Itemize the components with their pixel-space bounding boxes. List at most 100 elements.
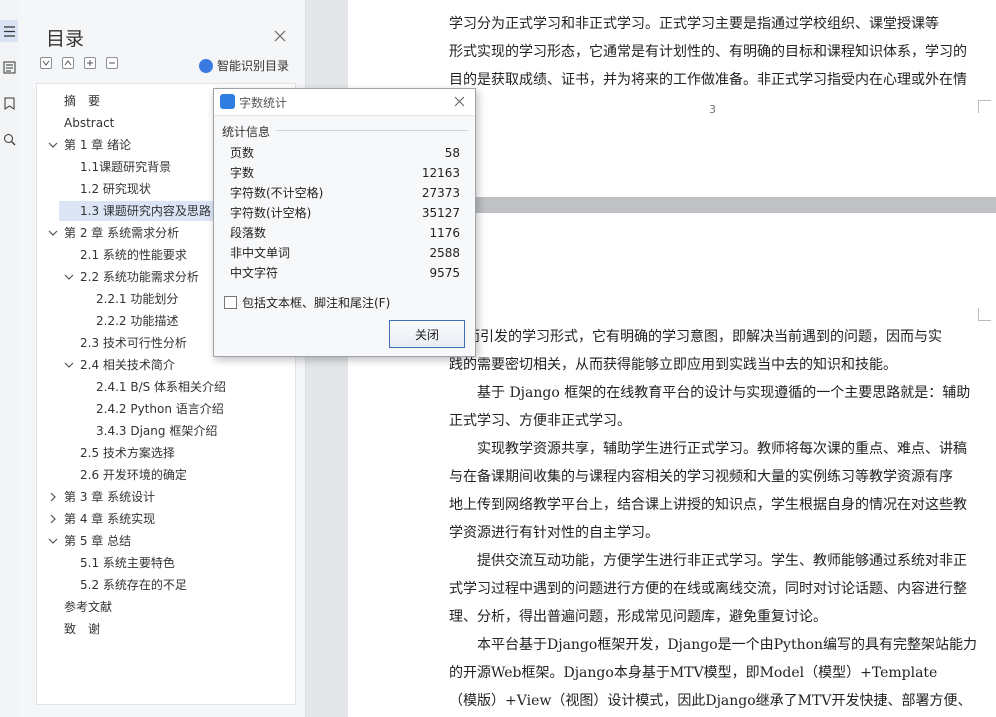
close-button[interactable]: 关闭	[389, 320, 465, 348]
stat-label: 非中文单词	[230, 246, 291, 260]
include-textbox-checkbox[interactable]: 包括文本框、脚注和尾注(F)	[224, 294, 390, 311]
body-text-line: 式学习过程中遇到的问题进行方便的在线或离线交流，同时对讨论话题、内容进行整	[449, 581, 967, 597]
toc-item-label: 3.4.3 Djang 框架介绍	[96, 424, 218, 438]
chevron-right-icon[interactable]	[48, 514, 58, 524]
toc-item-label: 2.4 相关技术简介	[80, 358, 175, 372]
body-text-line: 本平台基于Django框架开发，Django是一个由Python编写的具有完整架…	[449, 637, 978, 653]
expand-all-icon[interactable]	[40, 57, 52, 69]
toc-item-label: 2.1 系统的性能要求	[80, 248, 187, 262]
toc-panel-icon[interactable]	[0, 20, 18, 42]
smart-toc-button[interactable]: 智能识别目录	[199, 57, 289, 74]
chevron-right-icon[interactable]	[48, 492, 58, 502]
stat-label: 字符数(计空格)	[230, 206, 312, 220]
body-text-line: 与在备课期间收集的与课程内容相关的学习视频和大量的实例练习等教学资源有序	[449, 469, 953, 485]
toc-item[interactable]: 3.4.3 Djang 框架介绍	[37, 421, 293, 441]
toc-item-label: 第 2 章 系统需求分析	[64, 226, 180, 240]
stat-row: 中文字符 9575	[230, 263, 460, 283]
toc-item[interactable]: 1.3 课题研究内容及思路	[59, 201, 219, 221]
toc-item[interactable]: 致 谢	[37, 619, 293, 639]
toc-item-label: 摘 要	[64, 94, 101, 108]
toc-item[interactable]: 第 5 章 总结	[37, 531, 293, 551]
stat-row: 段落数 1176	[230, 223, 460, 243]
stats-group-label: 统计信息	[222, 125, 271, 139]
chevron-down-icon[interactable]	[64, 360, 74, 370]
stat-row: 非中文单词 2588	[230, 243, 460, 263]
checkbox-box[interactable]	[224, 296, 237, 309]
close-icon[interactable]	[453, 95, 466, 108]
toc-item[interactable]: 第 4 章 系统实现	[37, 509, 293, 529]
body-text-line: 学习分为正式学习和非正式学习。正式学习主要是指通过学校组织、课堂授课等	[449, 16, 939, 32]
toc-item-label: 第 3 章 系统设计	[64, 490, 156, 504]
toc-item[interactable]: 第 3 章 系统设计	[37, 487, 293, 507]
toc-item-label: 1.1课题研究背景	[80, 160, 172, 174]
toc-item-label: 第 4 章 系统实现	[64, 512, 156, 526]
stat-row: 字数 12163	[230, 163, 460, 183]
toc-item-label: 2.2.1 功能划分	[96, 292, 179, 306]
chapter-nav-icon[interactable]	[0, 56, 18, 78]
group-divider	[276, 130, 468, 131]
toc-item-label: 2.3 技术可行性分析	[80, 336, 187, 350]
toc-item[interactable]: 参考文献	[37, 597, 293, 617]
body-text-line: 正式学习、方便非正式学习。	[449, 413, 631, 429]
nav-title: 目录	[46, 28, 85, 50]
body-text-line: 学资源进行有针对性的自主学习。	[449, 525, 659, 541]
stat-value: 2588	[429, 246, 460, 260]
find-icon[interactable]	[0, 128, 18, 150]
page-corner-mark	[978, 100, 991, 113]
stat-row: 字符数(不计空格) 27373	[230, 183, 460, 203]
toc-item-label: 1.3 课题研究内容及思路	[80, 204, 211, 218]
bookmark-icon[interactable]	[0, 92, 18, 114]
left-icon-rail	[0, 0, 19, 717]
toc-toolbar	[40, 57, 118, 69]
toc-item-label: 5.2 系统存在的不足	[80, 578, 187, 592]
toc-item-label: 第 1 章 绪论	[64, 138, 132, 152]
toc-item-label: 第 5 章 总结	[64, 534, 132, 548]
toc-item-label: 2.4.2 Python 语言介绍	[96, 402, 224, 416]
stat-value: 9575	[429, 266, 460, 280]
toc-item[interactable]: 5.2 系统存在的不足	[37, 575, 293, 595]
stat-row: 页数 58	[230, 143, 460, 163]
page-corner-mark	[978, 308, 991, 321]
toc-item[interactable]: 5.1 系统主要特色	[37, 553, 293, 573]
smart-toc-label: 智能识别目录	[217, 59, 290, 73]
word-count-dialog: 字数统计 统计信息 页数 58 字数 12163 字符数(不计空格) 27373 字符数(计…	[213, 88, 476, 357]
stat-value: 58	[444, 146, 460, 160]
chevron-down-icon[interactable]	[48, 140, 58, 150]
toc-item-label: 2.4.1 B/S 体系相关介绍	[96, 380, 227, 394]
stat-label: 中文字符	[230, 266, 279, 280]
body-text-line: 目的是获取成绩、证书，并为将来的工作做准备。非正式学习指受内在心理或外在情	[449, 72, 967, 88]
toc-item[interactable]: 2.4.2 Python 语言介绍	[37, 399, 293, 419]
body-text-line: 实现教学资源共享，辅助学生进行正式学习。教师将每次课的重点、难点、讲稿	[449, 441, 967, 457]
collapse-all-icon[interactable]	[62, 57, 74, 69]
body-text-line: 理、分析，得出普遍问题，形成常见问题库，避免重复讨论。	[449, 609, 827, 625]
chevron-down-icon[interactable]	[48, 228, 58, 238]
body-text-line: 提供交流互动功能，方便学生进行非正式学习。学生、教师能够通过系统对非正	[449, 553, 967, 569]
chevron-down-icon[interactable]	[48, 536, 58, 546]
toc-item-label: 2.2.2 功能描述	[96, 314, 179, 328]
dialog-title: 字数统计	[239, 96, 288, 110]
body-text-line: 形式实现的学习形态，它通常是有计划性的、有明确的目标和课程知识体系，学习的	[449, 44, 967, 60]
close-icon[interactable]	[272, 28, 288, 44]
toc-item-label: 参考文献	[64, 600, 113, 614]
body-text-line: 基于 Django 框架的在线教育平台的设计与实现遵循的一个主要思路就是：辅助	[449, 385, 971, 401]
stat-label: 字数	[230, 166, 255, 180]
stat-value: 12163	[421, 166, 460, 180]
toc-item[interactable]: 2.5 技术方案选择	[37, 443, 293, 463]
toc-item[interactable]: 2.4 相关技术简介	[37, 355, 293, 375]
toc-item[interactable]: 2.6 开发环境的确定	[37, 465, 293, 485]
toc-item[interactable]: 2.4.1 B/S 体系相关介绍	[37, 377, 293, 397]
add-heading-icon[interactable]	[84, 57, 96, 69]
stat-label: 字符数(不计空格)	[230, 186, 324, 200]
dialog-titlebar[interactable]: 字数统计	[214, 89, 475, 116]
body-text-line: （模版）+View（视图）设计模式，因此Django继承了MTV开发快捷、部署方…	[449, 693, 972, 709]
toc-item-label: 致 谢	[64, 622, 101, 636]
stat-row: 字符数(计空格) 35127	[230, 203, 460, 223]
remove-heading-icon[interactable]	[106, 57, 118, 69]
page-number: 3	[709, 103, 716, 116]
toc-item-label: 2.6 开发环境的确定	[80, 468, 187, 482]
checkbox-label: 包括文本框、脚注和尾注(F)	[242, 296, 391, 310]
body-text-line: 驱动而引发的学习形式，它有明确的学习意图，即解决当前遇到的问题，因而与实	[438, 329, 942, 345]
body-text-line: 的开源Web框架。Django本身基于MTV模型，即Model（模型）+Temp…	[449, 665, 938, 681]
stat-value: 27373	[421, 186, 460, 200]
chevron-down-icon[interactable]	[64, 272, 74, 282]
